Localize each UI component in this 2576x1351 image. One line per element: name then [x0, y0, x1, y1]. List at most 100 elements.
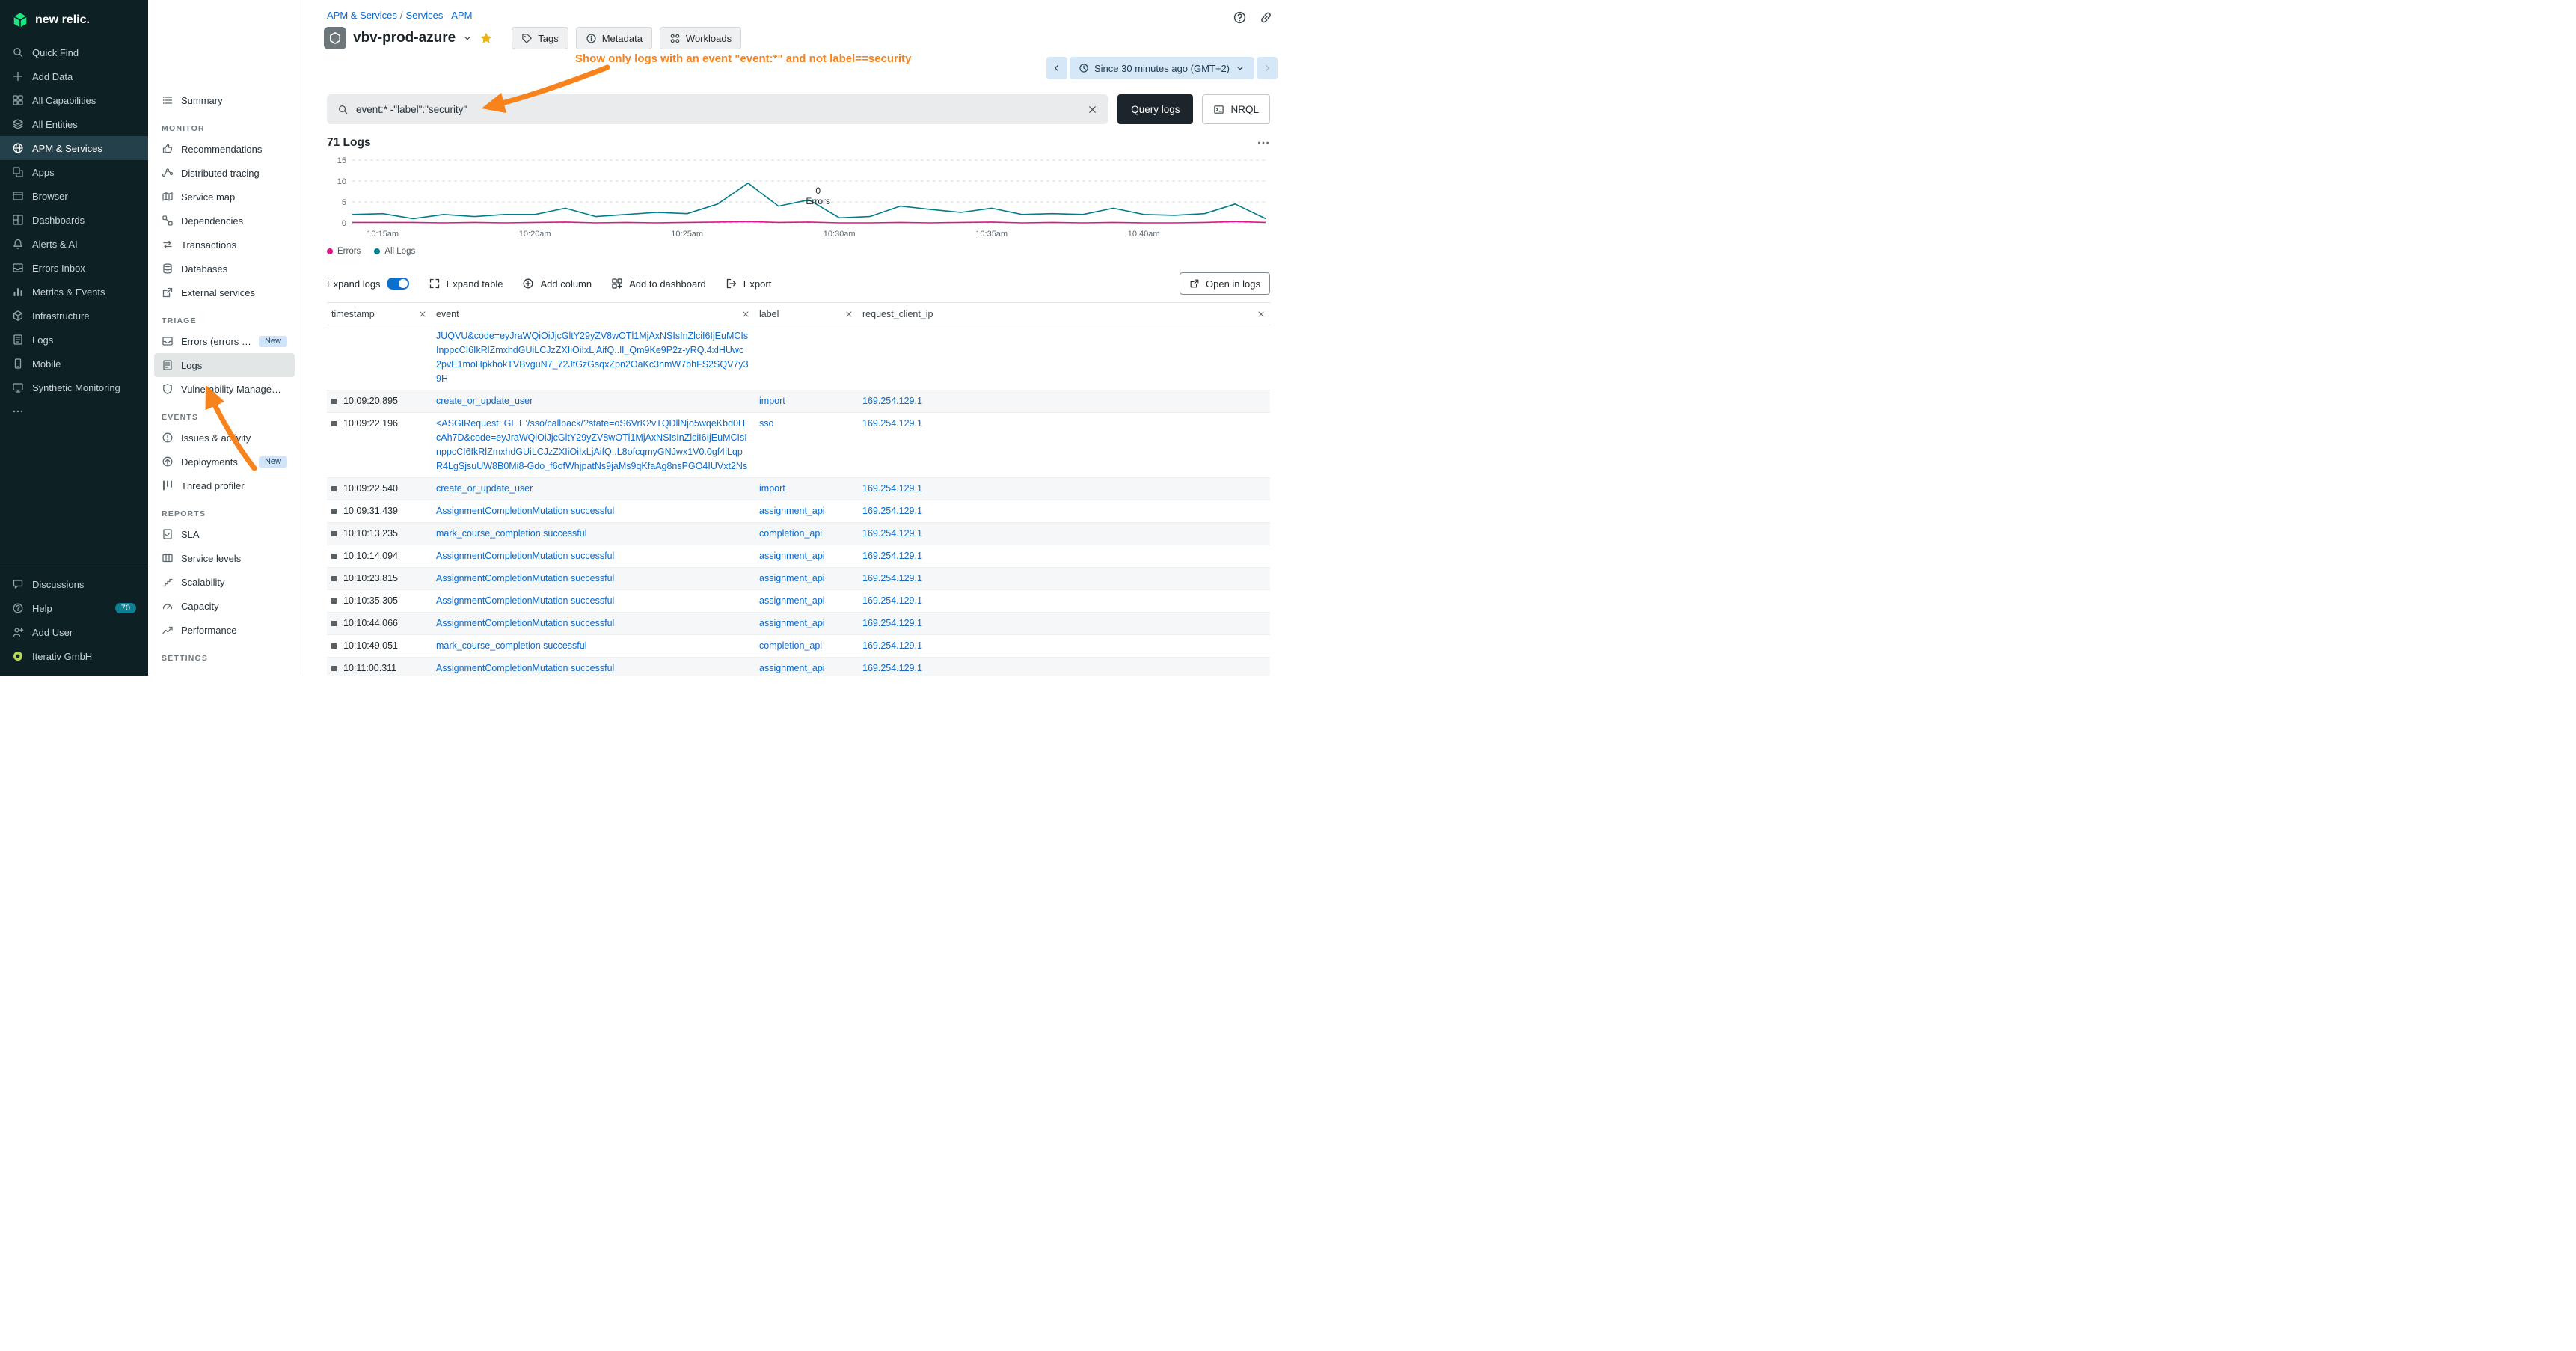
sidebar-item-service-map[interactable]: Service map [154, 185, 295, 209]
time-back-button[interactable] [1046, 57, 1067, 79]
sidebar-item-issues-activity[interactable]: Issues & activity [154, 426, 295, 450]
log-row[interactable]: JUQVU&code=eyJraWQiOiJjcGltY29yZV8wOTl1M… [327, 325, 1270, 390]
sidebar-item-summary[interactable]: Summary [154, 88, 295, 112]
remove-column-icon[interactable] [741, 310, 750, 319]
log-query-input[interactable]: event:* -"label":"security" [327, 94, 1108, 124]
event-link[interactable]: AssignmentCompletionMutation successful [436, 595, 614, 606]
expand-logs-toggle[interactable] [387, 278, 409, 290]
label-link[interactable]: assignment_api [759, 573, 825, 583]
label-link[interactable]: assignment_api [759, 551, 825, 561]
breadcrumb-apm-services[interactable]: APM & Services [327, 10, 397, 21]
sidebar-item-logs[interactable]: Logs [154, 353, 295, 377]
column-header-event[interactable]: event [432, 303, 755, 325]
log-row[interactable]: 10:10:23.815AssignmentCompletionMutation… [327, 568, 1270, 590]
sidebar-item-databases[interactable]: Databases [154, 257, 295, 281]
workloads-button[interactable]: Workloads [660, 27, 741, 49]
global-nav-item-all-capabilities[interactable]: All Capabilities [0, 88, 148, 112]
global-nav-item-dashboards[interactable]: Dashboards [0, 208, 148, 232]
event-link[interactable]: create_or_update_user [436, 483, 533, 494]
ip-link[interactable]: 169.254.129.1 [862, 595, 922, 606]
sidebar-item-external-services[interactable]: External services [154, 281, 295, 304]
log-row[interactable]: 10:11:00.311AssignmentCompletionMutation… [327, 658, 1270, 676]
sidebar-item-distributed-tracing[interactable]: Distributed tracing [154, 161, 295, 185]
global-nav-item-more[interactable] [0, 399, 148, 423]
log-row[interactable]: 10:10:49.051mark_course_completion succe… [327, 635, 1270, 658]
log-row[interactable]: 10:10:44.066AssignmentCompletionMutation… [327, 613, 1270, 635]
new-relic-logo[interactable]: new relic. [0, 0, 148, 40]
sidebar-item-thread-profiler[interactable]: Thread profiler [154, 474, 295, 497]
favorite-star-icon[interactable] [479, 31, 493, 45]
log-row[interactable]: 10:09:22.540create_or_update_userimport1… [327, 478, 1270, 500]
global-nav-item-discussions[interactable]: Discussions [0, 572, 148, 596]
remove-column-icon[interactable] [418, 310, 427, 319]
event-link[interactable]: create_or_update_user [436, 396, 533, 406]
sidebar-item-errors-errors-inb[interactable]: Errors (errors inb...New [154, 329, 295, 353]
log-row[interactable]: 10:10:14.094AssignmentCompletionMutation… [327, 545, 1270, 568]
global-nav-item-mobile[interactable]: Mobile [0, 352, 148, 376]
export-button[interactable]: Export [726, 278, 772, 290]
legend-item-errors[interactable]: Errors [327, 247, 361, 256]
sidebar-item-performance[interactable]: Performance [154, 618, 295, 642]
sidebar-item-scalability[interactable]: Scalability [154, 570, 295, 594]
event-link[interactable]: JUQVU&code=eyJraWQiOiJjcGltY29yZV8wOTl1M… [436, 331, 749, 384]
sidebar-item-vulnerability-management[interactable]: Vulnerability Management [154, 377, 295, 401]
log-row[interactable]: 10:10:13.235mark_course_completion succe… [327, 523, 1270, 545]
sidebar-item-deployments[interactable]: DeploymentsNew [154, 450, 295, 474]
event-link[interactable]: mark_course_completion successful [436, 640, 586, 651]
entity-switcher-caret-icon[interactable] [462, 33, 473, 43]
more-options-icon[interactable] [1257, 136, 1270, 150]
event-link[interactable]: AssignmentCompletionMutation successful [436, 573, 614, 583]
tags-button[interactable]: Tags [512, 27, 568, 49]
global-nav-item-metrics-events[interactable]: Metrics & Events [0, 280, 148, 304]
sidebar-item-recommendations[interactable]: Recommendations [154, 137, 295, 161]
sidebar-item-sla[interactable]: SLA [154, 522, 295, 546]
help-circle-icon[interactable] [1233, 10, 1247, 25]
label-link[interactable]: assignment_api [759, 663, 825, 673]
permalink-icon[interactable] [1259, 10, 1273, 25]
log-row[interactable]: 10:09:31.439AssignmentCompletionMutation… [327, 500, 1270, 523]
event-link[interactable]: AssignmentCompletionMutation successful [436, 663, 614, 673]
global-nav-item-add-user[interactable]: Add User [0, 620, 148, 644]
event-link[interactable]: AssignmentCompletionMutation successful [436, 506, 614, 516]
nrql-button[interactable]: NRQL [1202, 94, 1270, 124]
column-header-label[interactable]: label [755, 303, 858, 325]
query-logs-button[interactable]: Query logs [1117, 94, 1193, 124]
time-forward-button[interactable] [1257, 57, 1278, 79]
ip-link[interactable]: 169.254.129.1 [862, 618, 922, 628]
label-link[interactable]: assignment_api [759, 595, 825, 606]
metadata-button[interactable]: Metadata [576, 27, 652, 49]
column-header-request-client-ip[interactable]: request_client_ip [858, 303, 1270, 325]
sidebar-item-transactions[interactable]: Transactions [154, 233, 295, 257]
sidebar-item-service-levels[interactable]: Service levels [154, 546, 295, 570]
global-nav-item-add-data[interactable]: Add Data [0, 64, 148, 88]
label-link[interactable]: assignment_api [759, 618, 825, 628]
add-to-dashboard-button[interactable]: Add to dashboard [611, 278, 706, 290]
event-link[interactable]: <ASGIRequest: GET '/sso/callback/?state=… [436, 418, 747, 471]
log-row[interactable]: 10:10:35.305AssignmentCompletionMutation… [327, 590, 1270, 613]
event-link[interactable]: AssignmentCompletionMutation successful [436, 618, 614, 628]
ip-link[interactable]: 169.254.129.1 [862, 418, 922, 429]
sidebar-item-capacity[interactable]: Capacity [154, 594, 295, 618]
label-link[interactable]: import [759, 396, 785, 406]
clear-query-icon[interactable] [1087, 104, 1098, 115]
sidebar-item-dependencies[interactable]: Dependencies [154, 209, 295, 233]
label-link[interactable]: completion_api [759, 528, 822, 539]
global-nav-item-iterativ-gmbh[interactable]: Iterativ GmbH [0, 644, 148, 668]
label-link[interactable]: assignment_api [759, 506, 825, 516]
global-nav-item-errors-inbox[interactable]: Errors Inbox [0, 256, 148, 280]
time-range-button[interactable]: Since 30 minutes ago (GMT+2) [1070, 57, 1254, 79]
global-nav-item-logs[interactable]: Logs [0, 328, 148, 352]
column-header-timestamp[interactable]: timestamp [327, 303, 432, 325]
global-nav-item-apm-services[interactable]: APM & Services [0, 136, 148, 160]
global-nav-item-synthetic-monitoring[interactable]: Synthetic Monitoring [0, 376, 148, 399]
expand-table-button[interactable]: Expand table [429, 278, 503, 290]
label-link[interactable]: sso [759, 418, 773, 429]
global-nav-item-browser[interactable]: Browser [0, 184, 148, 208]
ip-link[interactable]: 169.254.129.1 [862, 396, 922, 406]
label-link[interactable]: import [759, 483, 785, 494]
legend-item-all-logs[interactable]: All Logs [374, 247, 415, 256]
global-nav-item-infrastructure[interactable]: Infrastructure [0, 304, 148, 328]
ip-link[interactable]: 169.254.129.1 [862, 483, 922, 494]
global-nav-item-help[interactable]: Help70 [0, 596, 148, 620]
ip-link[interactable]: 169.254.129.1 [862, 640, 922, 651]
